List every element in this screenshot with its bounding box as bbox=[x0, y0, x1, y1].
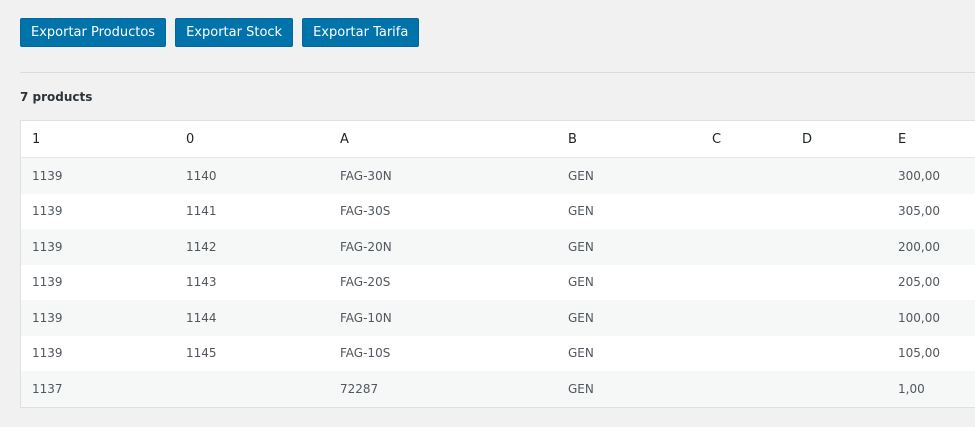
table-row: 1137 72287 GEN 1,00 bbox=[21, 371, 975, 407]
table-cell: GEN bbox=[568, 346, 594, 361]
export-toolbar: Exportar Productos Exportar Stock Export… bbox=[20, 18, 420, 47]
table-cell: 1141 bbox=[186, 204, 217, 219]
export-stock-button[interactable]: Exportar Stock bbox=[175, 18, 294, 47]
products-table: 1 0 A B C D E 1139 1140 FAG-30N GEN 300,… bbox=[21, 121, 975, 407]
table-cell bbox=[791, 336, 887, 372]
table-cell: 205,00 bbox=[898, 275, 940, 290]
table-cell: 1139 bbox=[32, 310, 63, 325]
table-cell: 1139 bbox=[32, 239, 63, 254]
table-cell: GEN bbox=[568, 381, 594, 396]
table-cell bbox=[791, 229, 887, 265]
table-cell: GEN bbox=[568, 204, 594, 219]
table-cell: 1139 bbox=[32, 346, 63, 361]
table-cell: 1144 bbox=[186, 310, 217, 325]
table-cell: 100,00 bbox=[898, 310, 940, 325]
export-tariff-button[interactable]: Exportar Tarifa bbox=[302, 18, 420, 47]
table-cell: 1143 bbox=[186, 275, 217, 290]
table-cell bbox=[701, 336, 791, 372]
table-cell: 72287 bbox=[340, 381, 379, 396]
table-cell bbox=[791, 158, 887, 194]
table-cell bbox=[791, 265, 887, 301]
table-row: 1139 1145 FAG-10S GEN 105,00 bbox=[21, 335, 975, 372]
table-cell bbox=[701, 158, 791, 194]
table-cell: 305,00 bbox=[898, 204, 940, 219]
products-table-container: 1 0 A B C D E 1139 1140 FAG-30N GEN 300,… bbox=[20, 120, 975, 408]
table-cell: 1145 bbox=[186, 346, 217, 361]
column-header[interactable]: B bbox=[557, 121, 701, 158]
product-count: 7 products bbox=[20, 90, 93, 104]
table-cell bbox=[175, 371, 329, 407]
export-products-button[interactable]: Exportar Productos bbox=[20, 18, 167, 47]
column-header[interactable]: E bbox=[887, 121, 975, 158]
table-cell bbox=[701, 229, 791, 265]
table-cell: 105,00 bbox=[898, 346, 940, 361]
table-header-row: 1 0 A B C D E bbox=[21, 121, 975, 158]
table-cell: FAG-10S bbox=[340, 346, 391, 361]
table-row: 1139 1140 FAG-30N GEN 300,00 bbox=[21, 157, 975, 194]
table-cell: 200,00 bbox=[898, 239, 940, 254]
table-cell: 1137 bbox=[32, 381, 63, 396]
table-cell: 1142 bbox=[186, 239, 217, 254]
table-cell: GEN bbox=[568, 310, 594, 325]
column-header[interactable]: A bbox=[329, 121, 557, 158]
column-header[interactable]: 1 bbox=[21, 121, 175, 158]
table-cell: FAG-30S bbox=[340, 204, 391, 219]
table-cell bbox=[701, 371, 791, 407]
table-row: 1139 1142 FAG-20N GEN 200,00 bbox=[21, 229, 975, 265]
table-cell bbox=[791, 194, 887, 230]
table-cell bbox=[701, 194, 791, 230]
table-cell bbox=[701, 265, 791, 301]
table-cell: FAG-10N bbox=[340, 310, 392, 325]
table-cell: 1140 bbox=[186, 168, 217, 183]
table-cell: GEN bbox=[568, 239, 594, 254]
table-cell: FAG-20S bbox=[340, 275, 391, 290]
table-cell: 1139 bbox=[32, 275, 63, 290]
table-cell: GEN bbox=[568, 168, 594, 183]
table-cell: 1139 bbox=[32, 204, 63, 219]
column-header[interactable]: D bbox=[791, 121, 887, 158]
table-row: 1139 1141 FAG-30S GEN 305,00 bbox=[21, 193, 975, 230]
table-cell: FAG-20N bbox=[340, 239, 392, 254]
table-cell: 1139 bbox=[32, 168, 63, 183]
table-cell: GEN bbox=[568, 275, 594, 290]
divider bbox=[20, 72, 975, 73]
table-cell: FAG-30N bbox=[340, 168, 392, 183]
table-cell: 1,00 bbox=[898, 381, 925, 396]
column-header[interactable]: 0 bbox=[175, 121, 329, 158]
table-cell: 300,00 bbox=[898, 168, 940, 183]
table-cell bbox=[701, 300, 791, 336]
table-cell bbox=[791, 300, 887, 336]
table-row: 1139 1143 FAG-20S GEN 205,00 bbox=[21, 264, 975, 301]
table-cell bbox=[791, 371, 887, 407]
column-header[interactable]: C bbox=[701, 121, 791, 158]
table-row: 1139 1144 FAG-10N GEN 100,00 bbox=[21, 300, 975, 336]
